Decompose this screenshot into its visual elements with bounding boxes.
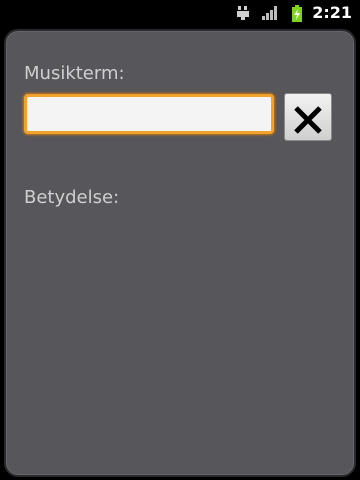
close-icon: [294, 106, 322, 134]
term-label: Musikterm:: [24, 63, 125, 84]
status-clock: 2:21: [312, 3, 352, 22]
clear-button[interactable]: [284, 93, 332, 141]
term-input[interactable]: [24, 94, 274, 134]
signal-icon: [262, 5, 280, 25]
usb-debug-icon: [236, 5, 250, 25]
app-panel: Musikterm: Betydelse:: [4, 29, 356, 477]
meaning-label: Betydelse:: [24, 187, 120, 208]
battery-charging-icon: [291, 5, 303, 26]
status-bar: 2:21: [0, 0, 360, 25]
